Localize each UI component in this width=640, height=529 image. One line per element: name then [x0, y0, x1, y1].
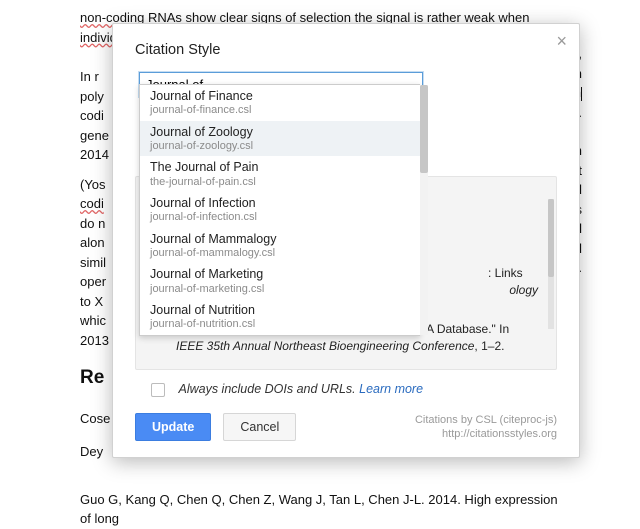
update-button[interactable]: Update [135, 413, 211, 441]
autocomplete-item[interactable]: Journal of Zoologyjournal-of-zoology.csl [140, 121, 420, 157]
autocomplete-item-title: Journal of Infection [150, 196, 410, 211]
doi-checkbox[interactable] [151, 383, 165, 397]
dialog-title: Citation Style [135, 42, 557, 58]
autocomplete-item[interactable]: The Journal of Painthe-journal-of-pain.c… [140, 156, 420, 192]
autocomplete-item[interactable]: Journal of Nutritionjournal-of-nutrition… [140, 299, 420, 335]
autocomplete-item[interactable]: Journal of Marketingjournal-of-marketing… [140, 263, 420, 299]
autocomplete-item-title: The Journal of Pain [150, 160, 410, 175]
autocomplete-scrollbar[interactable] [420, 85, 428, 335]
autocomplete-item-file: the-journal-of-pain.csl [150, 176, 410, 189]
autocomplete-item-title: Journal of Mammalogy [150, 232, 410, 247]
autocomplete-item[interactable]: Journal of Financejournal-of-finance.csl [140, 85, 420, 121]
autocomplete-item-file: journal-of-nutrition.csl [150, 318, 410, 331]
autocomplete-item-file: journal-of-mammalogy.csl [150, 247, 410, 260]
credit-text: Citations by CSL (citeproc-js) http://ci… [415, 413, 557, 442]
preview-scrollbar[interactable] [548, 199, 554, 329]
autocomplete-item-file: journal-of-finance.csl [150, 104, 410, 117]
doi-option-row[interactable]: Always include DOIs and URLs. Learn more [151, 382, 557, 397]
citation-style-dialog: × Citation Style Chicago M The author-da… [112, 23, 580, 458]
style-autocomplete: Journal of Financejournal-of-finance.csl… [139, 84, 420, 336]
autocomplete-item-file: journal-of-marketing.csl [150, 283, 410, 296]
autocomplete-item[interactable]: Journal of Infectionjournal-of-infection… [140, 192, 420, 228]
close-icon[interactable]: × [556, 32, 567, 50]
cancel-button[interactable]: Cancel [223, 413, 296, 441]
doi-label: Always include DOIs and URLs. [178, 382, 355, 396]
autocomplete-item-title: Journal of Zoology [150, 125, 410, 140]
learn-more-link[interactable]: Learn more [359, 382, 423, 396]
autocomplete-item-title: Journal of Finance [150, 89, 410, 104]
autocomplete-item-title: Journal of Marketing [150, 267, 410, 282]
autocomplete-item-file: journal-of-infection.csl [150, 211, 410, 224]
autocomplete-item-file: journal-of-zoology.csl [150, 140, 410, 153]
autocomplete-item[interactable]: Journal of Mammalogyjournal-of-mammalogy… [140, 228, 420, 264]
autocomplete-item-title: Journal of Nutrition [150, 303, 410, 318]
